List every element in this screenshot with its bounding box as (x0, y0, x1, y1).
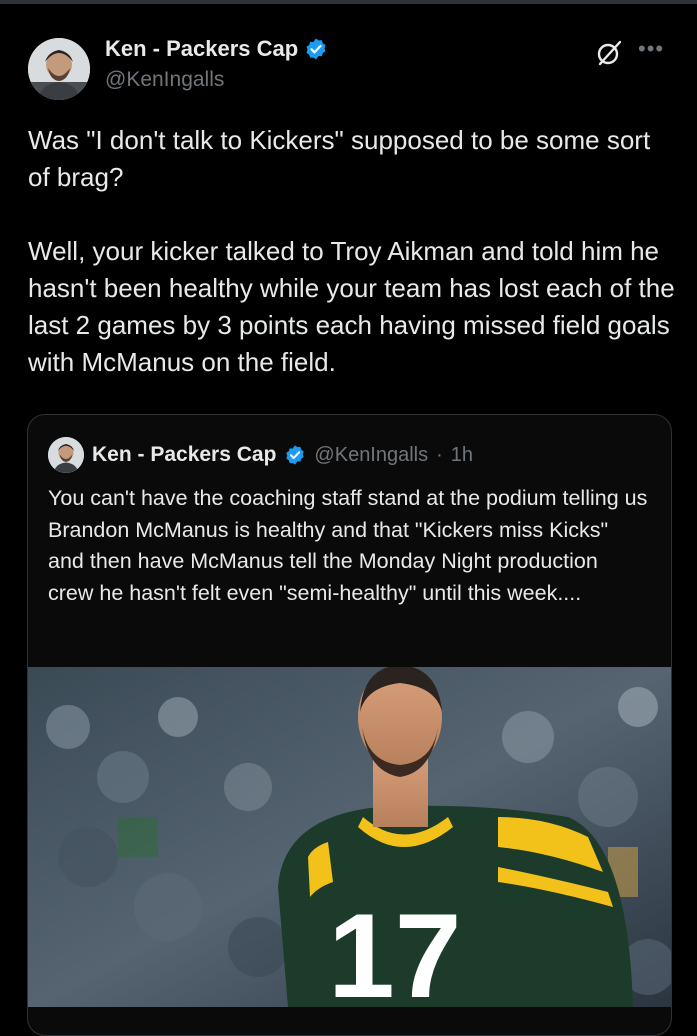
quoted-tweet-photo[interactable]: 17 (28, 667, 671, 1007)
more-options-icon[interactable]: ••• (638, 36, 664, 62)
quoted-separator: · (436, 443, 443, 466)
quoted-author-handle[interactable]: @KenIngalls (314, 444, 428, 467)
grok-icon[interactable] (594, 38, 624, 68)
quoted-tweet-header: Ken - Packers Cap @KenIngalls · 1h (48, 437, 658, 473)
author-name[interactable]: Ken - Packers Cap (105, 36, 298, 62)
quoted-author-name[interactable]: Ken - Packers Cap (92, 443, 276, 467)
verified-badge-icon (306, 38, 326, 60)
author-avatar[interactable] (28, 38, 90, 100)
quoted-verified-badge-icon (286, 445, 305, 465)
tweet-text: Was "I don't talk to Kickers" supposed t… (28, 125, 675, 377)
author-handle[interactable]: @KenIngalls (105, 68, 575, 92)
avatar-photo (28, 38, 90, 100)
top-divider (0, 0, 697, 4)
quoted-avatar-photo (48, 437, 84, 473)
quoted-author-avatar (48, 437, 84, 473)
tweet-header: Ken - Packers Cap @KenIngalls (105, 36, 575, 92)
quoted-tweet[interactable]: Ken - Packers Cap @KenIngalls · 1h You c… (27, 414, 672, 1036)
quoted-tweet-text: You can't have the coaching staff stand … (48, 486, 654, 605)
quoted-timestamp[interactable]: 1h (451, 444, 473, 467)
jersey-number: 17 (328, 889, 461, 1007)
